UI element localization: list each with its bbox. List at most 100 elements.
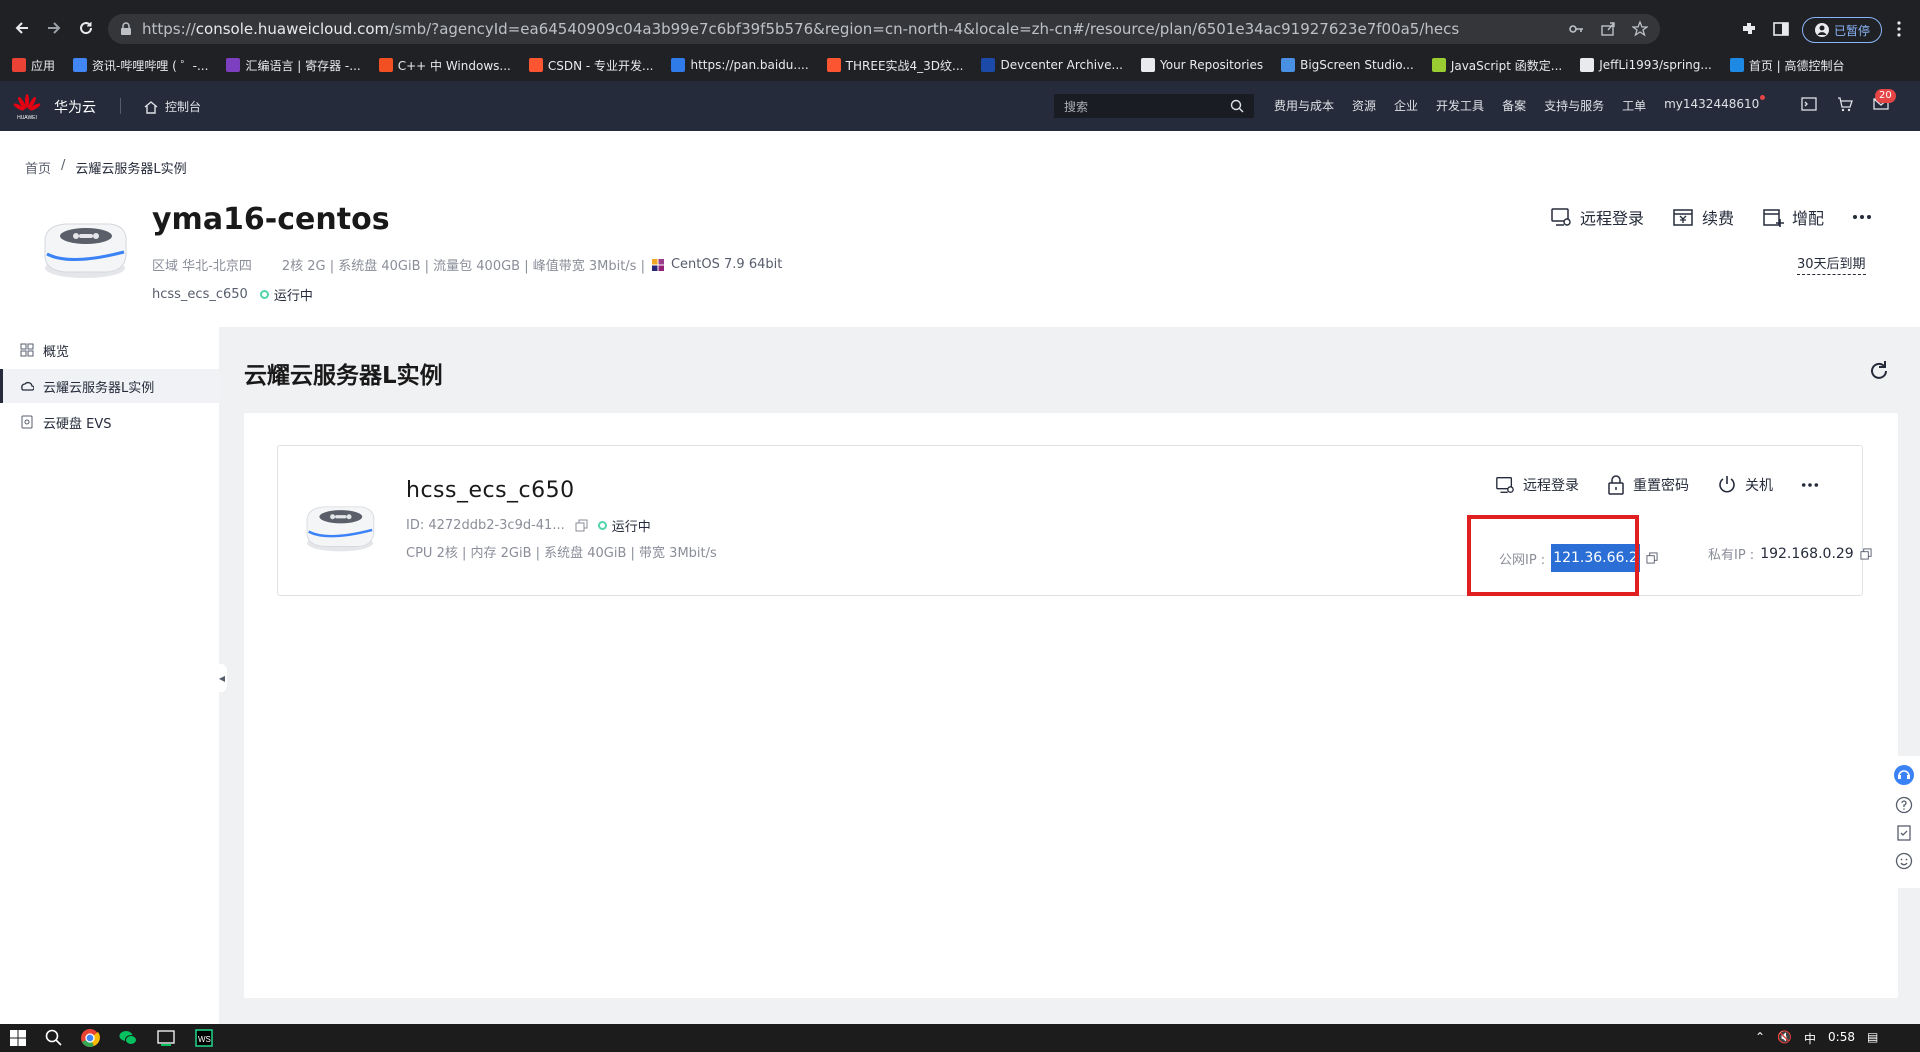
bookmark-item[interactable]: JeffLi1993/spring... [1580,58,1712,72]
input-language[interactable]: 中 [1804,1030,1816,1047]
sidebar-item-label: 概览 [43,344,70,360]
brand-name[interactable]: 华为云 [54,97,96,117]
header-nav-item[interactable]: 工单 [1622,97,1646,114]
key-icon[interactable] [1568,21,1584,37]
cart-icon[interactable] [1836,95,1854,113]
bookmark-item[interactable]: C++ 中 Windows... [378,57,511,74]
header-nav-item[interactable]: 资源 [1352,97,1376,114]
notification-dot [1760,95,1766,100]
upgrade-button[interactable]: 增配 [1762,205,1824,229]
renew-label: 续费 [1702,209,1735,228]
bookmark-item[interactable]: CSDN - 专业开发... [528,57,653,74]
bookmark-item[interactable]: JavaScript 函数定... [1431,57,1562,74]
wechat-icon[interactable] [118,1028,138,1048]
bookmark-item[interactable]: 应用 [12,57,55,74]
address-bar[interactable]: https://console.huaweicloud.com/smb/?age… [108,14,1660,44]
bookmark-item[interactable]: BigScreen Studio... [1281,58,1414,72]
private-ip-label: 私有IP : [1708,548,1755,563]
profile-paused-button[interactable]: 已暂停 [1802,17,1882,43]
search-icon[interactable] [1230,99,1244,113]
bookmark-item[interactable]: Your Repositories [1140,58,1264,72]
notification-icon[interactable]: ▤ [1867,1030,1878,1047]
instance-spec-text: 2核 2G | 系统盘 40GiB | 流量包 400GB | 峰值带宽 3Mb… [281,259,645,274]
centos-icon [651,258,664,271]
header-nav-item[interactable]: 费用与成本 [1274,97,1334,114]
card-remote-login-button[interactable]: 远程登录 [1495,475,1579,495]
copy-icon[interactable] [1646,552,1658,564]
copy-icon[interactable] [1860,547,1872,560]
remote-login-button[interactable]: 远程登录 [1550,205,1644,229]
card-remote-login-label: 远程登录 [1523,478,1579,494]
webstorm-icon[interactable]: WS [194,1028,214,1048]
bookmark-label: Devcenter Archive... [1000,58,1123,72]
sidebar-item-label: 云硬盘 EVS [43,416,112,432]
reset-password-button[interactable]: 重置密码 [1607,475,1689,495]
cloud-server-icon [21,381,34,391]
remote-login-label: 远程登录 [1580,209,1645,228]
feedback-icon[interactable] [1895,824,1913,842]
forward-button[interactable] [42,16,66,40]
customer-service-icon[interactable] [1893,764,1915,786]
star-icon[interactable] [1632,21,1648,37]
sidebar-item-evs[interactable]: 云硬盘 EVS [0,405,219,439]
huawei-logo[interactable]: HUAWEI [12,91,42,121]
url-row: https://console.huaweicloud.com/smb/?age… [0,6,1920,46]
sidebar-collapse-button[interactable]: ◀ [217,664,227,692]
bookmark-item[interactable]: https://pan.baidu.... [671,58,809,72]
bookmark-favicon-icon [1580,58,1595,72]
breadcrumb-current: 云耀云服务器L实例 [75,162,187,177]
more-horiz-icon[interactable] [1852,214,1872,220]
search-icon[interactable] [44,1028,64,1048]
console-link[interactable]: 控制台 [143,98,201,115]
expire-notice[interactable]: 30天后到期 [1797,253,1866,275]
volume-mute-icon[interactable]: 🔇 [1777,1030,1792,1047]
private-ip-value[interactable]: 192.168.0.29 [1760,546,1854,562]
more-vert-icon[interactable] [1892,20,1906,38]
header-search[interactable]: 搜索 [1054,94,1254,118]
instance-os: CentOS 7.9 64bit [670,257,783,272]
header-nav-item[interactable]: 企业 [1394,97,1418,114]
help-icon[interactable] [1895,796,1913,814]
reload-button[interactable] [74,16,98,40]
bookmark-item[interactable]: 资讯-哔哩哔哩 ( ゜-... [73,57,208,74]
shutdown-button[interactable]: 关机 [1717,475,1773,495]
breadcrumb-home[interactable]: 首页 [25,158,51,177]
refresh-icon[interactable] [1866,358,1892,384]
chrome-icon[interactable] [80,1028,100,1048]
share-icon[interactable] [1600,21,1616,37]
terminal-app-icon[interactable] [156,1028,176,1048]
bookmark-item[interactable]: 汇编语言 | 寄存器 -... [226,57,361,74]
windows-start-icon[interactable] [8,1028,28,1048]
header-nav-item[interactable]: 备案 [1502,97,1526,114]
header-nav-item[interactable]: 支持与服务 [1544,97,1604,114]
sidebar-toggle-icon[interactable] [1772,20,1790,38]
extensions-icon[interactable] [1740,20,1758,38]
status-dot-icon [597,521,607,530]
sidebar-item-lite-instance[interactable]: 云耀云服务器L实例 [0,369,219,403]
copy-icon[interactable] [575,519,588,532]
bookmark-item[interactable]: THREE实战4_3D纹... [826,57,963,74]
header-nav-item[interactable]: 开发工具 [1436,97,1484,114]
sidebar-item-overview[interactable]: 概览 [0,333,219,367]
clock-time[interactable]: 0:58 [1828,1030,1855,1047]
bookmark-label: Your Repositories [1159,58,1264,72]
instance-region: 区域 华北-北京四 [152,259,252,274]
breadcrumb-separator: / [61,158,66,173]
bookmark-item[interactable]: 首页 | 高德控制台 [1729,57,1845,74]
bookmark-label: C++ 中 Windows... [397,58,511,73]
more-horiz-icon[interactable] [1801,482,1819,488]
renew-button[interactable]: 续费 [1672,205,1734,229]
back-button[interactable] [10,16,34,40]
system-tray: ⌃ 🔇 中 0:58 ▤ [1755,1030,1878,1047]
bookmark-item[interactable]: Devcenter Archive... [981,58,1123,72]
instance-host-row: hcss_ecs_c650 运行中 [152,285,313,304]
chevron-up-icon[interactable]: ⌃ [1755,1030,1765,1047]
instance-host: hcss_ecs_c650 [152,287,248,302]
terminal-icon[interactable] [1800,95,1818,113]
card-instance-name[interactable]: hcss_ecs_c650 [406,478,575,503]
smile-icon[interactable] [1895,852,1913,870]
monitor-icon [1496,477,1514,493]
url-path: /smb/?agencyId=ea64540909c04a3b99e7c6bf3… [389,20,1460,38]
bookmark-favicon-icon [981,58,996,72]
header-nav-item[interactable]: my1432448610 [1664,97,1759,114]
